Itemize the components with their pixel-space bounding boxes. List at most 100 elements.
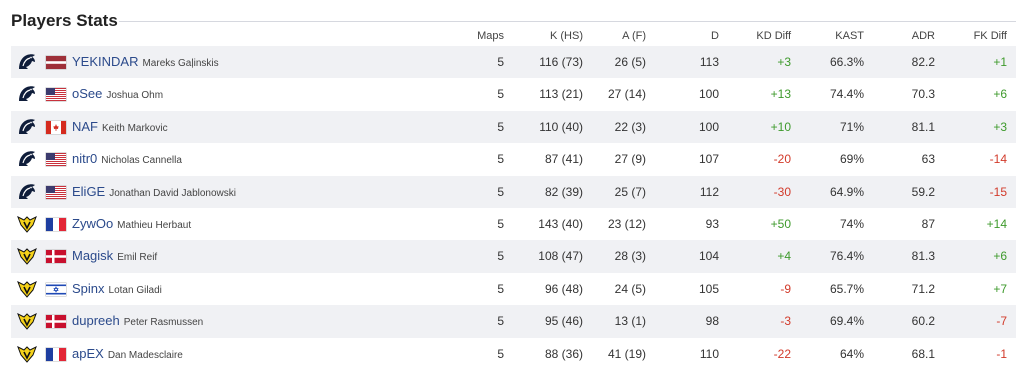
- stat-a: 25 (7): [614, 184, 646, 199]
- stat-adr: 59.2: [911, 184, 935, 199]
- flag-denmark-icon: [46, 250, 66, 264]
- table-row: dupreeh Peter Rasmussen 5 95 (46) 13 (1) 98 -3…: [11, 305, 1016, 338]
- player-name-cell: oSee Joshua Ohm: [72, 78, 163, 110]
- player-name-cell: Magisk Emil Reif: [72, 240, 157, 272]
- col-header-kills[interactable]: K (HS): [550, 30, 583, 42]
- players-stats-panel: Players Stats Maps K (HS) A (F) D KD Dif…: [0, 0, 1021, 382]
- stat-a: 41 (19): [607, 346, 646, 361]
- flag-canada-icon: [46, 120, 66, 134]
- stat-k: 116 (73): [539, 55, 583, 69]
- liquid-horse-icon[interactable]: [16, 84, 38, 104]
- stat-maps: 5: [497, 216, 504, 231]
- player-nick-link[interactable]: dupreeh: [72, 313, 120, 328]
- stat-d: 98: [705, 314, 719, 329]
- stat-kd-diff: +4: [777, 249, 791, 264]
- stat-fk-diff: +6: [993, 87, 1007, 102]
- player-nick-link[interactable]: Magisk: [72, 248, 113, 263]
- stat-fk-diff: +14: [986, 216, 1007, 231]
- flag-usa-icon: [46, 88, 66, 102]
- stat-fk-diff: +6: [993, 249, 1007, 264]
- stat-fk-diff: -14: [989, 152, 1007, 167]
- player-nick-link[interactable]: nitr0: [72, 151, 97, 166]
- stat-kd-diff: -9: [780, 281, 791, 296]
- stat-kd-diff: +50: [770, 216, 791, 231]
- stat-kast: 76.4%: [829, 249, 864, 264]
- flag-israel-icon: [46, 282, 66, 296]
- table-row: ZywOo Mathieu Herbaut 5 143 (40) 23 (12) 93 +5…: [11, 208, 1016, 240]
- stat-kast: 71%: [839, 119, 864, 134]
- table-row: oSee Joshua Ohm 5 113 (21) 27 (14) 100 +13 74.4…: [11, 78, 1016, 110]
- stat-maps: 5: [497, 119, 504, 134]
- player-name-cell: YEKINDAR Mareks Gaļinskis: [72, 46, 219, 78]
- player-nick-link[interactable]: oSee: [72, 86, 102, 101]
- stat-maps: 5: [497, 281, 504, 296]
- col-header-maps[interactable]: Maps: [477, 30, 504, 42]
- table-row: Magisk Emil Reif 5 108 (47) 28 (3) 104 +4 76.4%…: [11, 240, 1016, 273]
- flag-denmark-icon: [46, 315, 66, 329]
- stat-adr: 81.3: [911, 249, 935, 264]
- vitality-bee-icon[interactable]: [16, 246, 38, 266]
- table-row: NAF Keith Markovic 5 110 (40) 22 (3) 100 +10 71…: [11, 110, 1016, 144]
- stat-fk-diff: +7: [993, 281, 1007, 296]
- player-nick-link[interactable]: YEKINDAR: [72, 54, 138, 69]
- col-header-adr[interactable]: ADR: [912, 30, 935, 42]
- player-name-cell: NAF Keith Markovic: [72, 111, 168, 143]
- stat-k: 88 (36): [544, 346, 583, 361]
- stat-k: 113 (21): [539, 87, 583, 102]
- stat-kd-diff: -30: [773, 184, 791, 199]
- player-nick-link[interactable]: EliGE: [72, 184, 105, 199]
- liquid-horse-icon[interactable]: [16, 149, 38, 169]
- stat-d: 113: [699, 55, 719, 69]
- stat-kd-diff: +3: [777, 55, 791, 69]
- stat-adr: 70.3: [911, 87, 935, 102]
- vitality-bee-icon[interactable]: [16, 214, 38, 234]
- player-name-cell: Spinx Lotan Giladi: [72, 273, 162, 305]
- stat-k: 110 (40): [539, 119, 583, 134]
- stat-kast: 64%: [839, 346, 864, 361]
- vitality-bee-icon[interactable]: [16, 279, 38, 299]
- col-header-fk-diff[interactable]: FK Diff: [974, 30, 1007, 42]
- liquid-horse-icon[interactable]: [16, 182, 38, 202]
- stat-kd-diff: -20: [773, 152, 791, 167]
- stat-k: 87 (41): [544, 152, 583, 167]
- stat-kd-diff: +10: [770, 119, 791, 134]
- table-row: Spinx Lotan Giladi 5 96 (48) 24 (5) 105 -9 65.7…: [11, 273, 1016, 305]
- col-header-kast[interactable]: KAST: [835, 30, 864, 42]
- liquid-horse-icon[interactable]: [16, 117, 38, 137]
- stat-a: 26 (5): [614, 55, 646, 69]
- title-divider: [119, 21, 1016, 22]
- stat-d: 100: [698, 87, 719, 102]
- vitality-bee-icon[interactable]: [16, 311, 38, 331]
- stat-a: 24 (5): [614, 281, 646, 296]
- stat-kast: 65.7%: [829, 281, 864, 296]
- player-real-name: Emil Reif: [117, 252, 158, 264]
- stat-d: 112: [699, 184, 719, 199]
- col-header-assists[interactable]: A (F): [622, 30, 646, 42]
- player-nick-link[interactable]: Spinx: [72, 281, 105, 296]
- stat-adr: 71.2: [911, 281, 935, 296]
- stat-k: 95 (46): [544, 314, 583, 329]
- stat-k: 96 (48): [544, 281, 583, 296]
- stat-a: 23 (12): [607, 216, 646, 231]
- liquid-horse-icon[interactable]: [16, 52, 38, 72]
- vitality-bee-icon[interactable]: [16, 344, 38, 364]
- player-real-name: Mareks Gaļinskis: [142, 58, 219, 69]
- stat-fk-diff: +3: [993, 119, 1007, 134]
- stat-fk-diff: +1: [993, 55, 1007, 69]
- flag-latvia-icon: [46, 56, 66, 69]
- stat-kast: 64.9%: [829, 184, 864, 199]
- player-real-name: Nicholas Cannella: [101, 155, 182, 167]
- player-nick-link[interactable]: ZywOo: [72, 216, 113, 231]
- col-header-deaths[interactable]: D: [711, 30, 719, 42]
- player-nick-link[interactable]: NAF: [72, 119, 98, 134]
- player-nick-link[interactable]: apEX: [72, 346, 104, 361]
- stat-k: 143 (40): [538, 216, 583, 231]
- stat-adr: 82.2: [911, 55, 935, 69]
- table-row: YEKINDAR Mareks Gaļinskis 5 116 (73) 26 (5) 1…: [11, 46, 1016, 79]
- stat-fk-diff: -15: [989, 184, 1007, 199]
- flag-france-icon: [46, 217, 66, 231]
- player-real-name: Peter Rasmussen: [123, 317, 204, 329]
- col-header-kd-diff[interactable]: KD Diff: [756, 30, 791, 42]
- stat-maps: 5: [497, 55, 504, 69]
- stat-k: 82 (39): [544, 184, 583, 199]
